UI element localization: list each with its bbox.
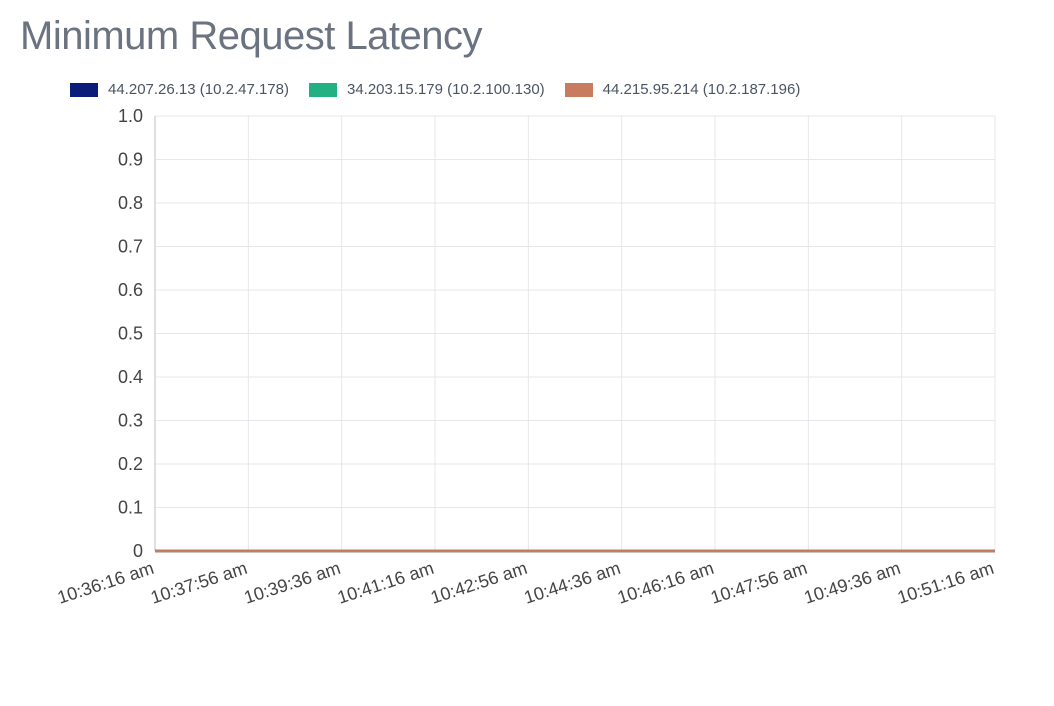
x-tick-label: 10:47:56 am	[708, 558, 809, 608]
x-tick-label: 10:42:56 am	[428, 558, 529, 608]
legend: 44.207.26.13 (10.2.47.178) 34.203.15.179…	[70, 81, 1034, 98]
legend-item-2[interactable]: 44.215.95.214 (10.2.187.196)	[565, 81, 801, 98]
x-tick-label: 10:36:16 am	[55, 558, 156, 608]
legend-item-1[interactable]: 34.203.15.179 (10.2.100.130)	[309, 81, 545, 98]
y-tick-label: 0	[133, 541, 143, 561]
line-chart[interactable]: 0 0.1 0.2 0.3 0.4 0.5 0.6 0.7 0.8 0.9 1.0 10:36:16 …	[20, 106, 1020, 646]
legend-swatch-0	[70, 83, 98, 97]
x-tick-label: 10:44:36 am	[522, 558, 623, 608]
x-tick-label: 10:49:36 am	[802, 558, 903, 608]
y-tick-label: 0.1	[118, 498, 143, 518]
y-tick-label: 0.3	[118, 411, 143, 431]
legend-swatch-2	[565, 83, 593, 97]
y-tick-label: 0.9	[118, 150, 143, 170]
legend-label-1: 34.203.15.179 (10.2.100.130)	[347, 81, 545, 98]
x-tick-label: 10:39:36 am	[242, 558, 343, 608]
y-tick-label: 0.6	[118, 280, 143, 300]
x-tick-label: 10:37:56 am	[148, 558, 249, 608]
y-tick-label: 0.7	[118, 237, 143, 257]
x-tick-label: 10:46:16 am	[615, 558, 716, 608]
y-tick-label: 1.0	[118, 106, 143, 126]
y-tick-label: 0.2	[118, 454, 143, 474]
x-tick-label: 10:51:16 am	[895, 558, 996, 608]
chart-title: Minimum Request Latency	[20, 14, 1034, 59]
y-tick-label: 0.5	[118, 324, 143, 344]
legend-label-0: 44.207.26.13 (10.2.47.178)	[108, 81, 289, 98]
legend-label-2: 44.215.95.214 (10.2.187.196)	[603, 81, 801, 98]
y-tick-label: 0.8	[118, 193, 143, 213]
legend-swatch-1	[309, 83, 337, 97]
legend-item-0[interactable]: 44.207.26.13 (10.2.47.178)	[70, 81, 289, 98]
y-tick-label: 0.4	[118, 367, 143, 387]
x-tick-label: 10:41:16 am	[335, 558, 436, 608]
